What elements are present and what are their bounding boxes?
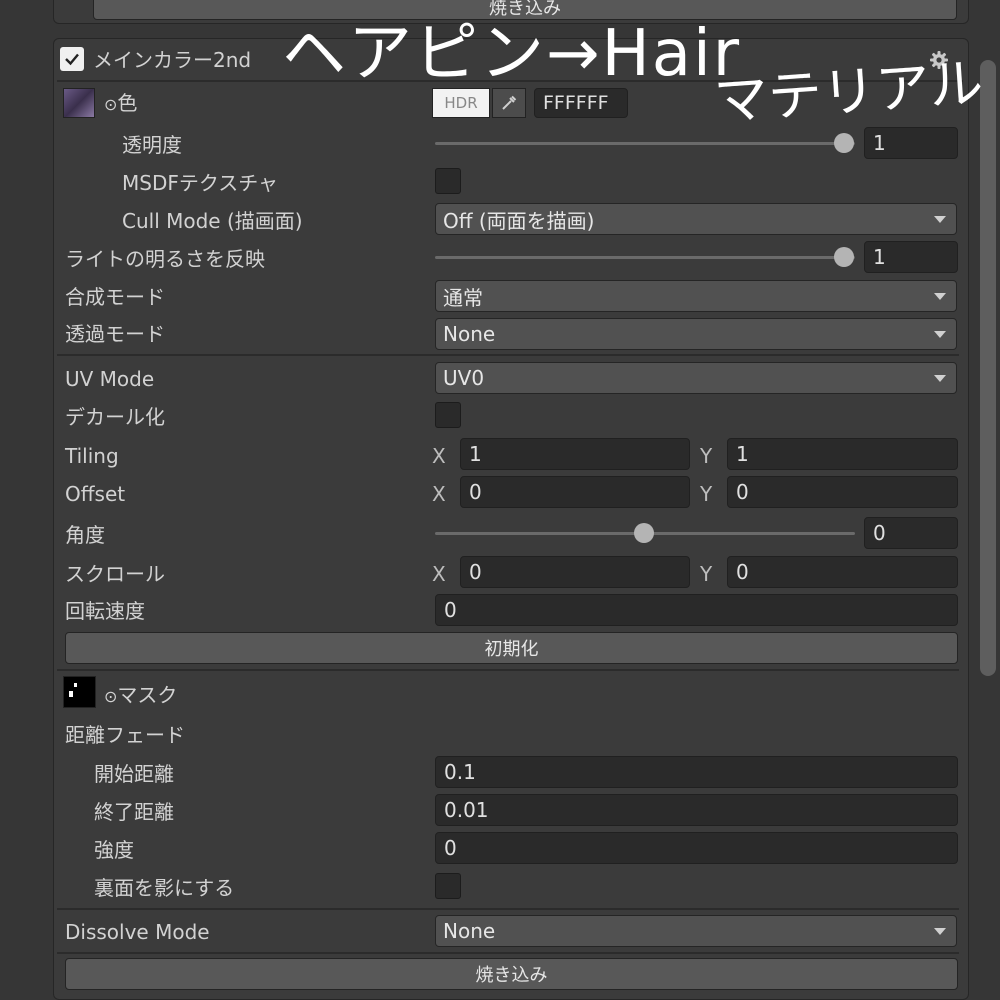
uv-mode-label: UV Mode <box>65 367 155 391</box>
offset-y-label: Y <box>700 482 713 506</box>
rotation-speed-field[interactable]: 0 <box>435 594 958 626</box>
decal-label: デカール化 <box>65 405 165 429</box>
cull-mode-dropdown[interactable]: Off (両面を描画) <box>435 203 957 235</box>
fade-end-label: 終了距離 <box>94 800 174 824</box>
hex-color-field[interactable]: FFFFFF <box>534 88 628 118</box>
msdf-checkbox[interactable] <box>435 168 461 194</box>
eyedropper-button[interactable] <box>492 88 526 118</box>
bottom-bake-button[interactable]: 焼き込み <box>65 958 958 990</box>
check-icon <box>65 53 79 66</box>
chevron-down-icon <box>934 331 946 338</box>
divider <box>57 354 959 356</box>
handwritten-annotation-line1: ヘアピン→Hair <box>282 17 742 91</box>
uv-mode-value: UV0 <box>443 366 485 390</box>
circle-dot-icon: ⊙ <box>104 687 118 706</box>
cull-mode-value: Off (両面を描画) <box>443 208 595 233</box>
color-texture-thumbnail[interactable] <box>63 88 95 118</box>
light-reflect-field[interactable]: 1 <box>864 241 958 273</box>
eyedropper-icon <box>502 95 517 110</box>
chevron-down-icon <box>934 293 946 300</box>
offset-x-field[interactable]: 0 <box>460 476 690 508</box>
divider <box>57 908 959 910</box>
fade-start-label: 開始距離 <box>94 762 174 786</box>
transparency-mode-label: 透過モード <box>65 322 165 346</box>
scrollbar-thumb[interactable] <box>980 60 996 676</box>
scroll-y-field[interactable]: 0 <box>727 556 958 588</box>
opacity-label: 透明度 <box>122 133 182 157</box>
divider <box>57 952 959 954</box>
rotation-speed-label: 回転速度 <box>65 599 145 623</box>
angle-label: 角度 <box>65 523 105 547</box>
transparency-mode-dropdown[interactable]: None <box>435 318 957 350</box>
angle-field[interactable]: 0 <box>864 517 958 549</box>
light-reflect-slider-knob[interactable] <box>834 247 854 267</box>
tiling-y-field[interactable]: 1 <box>727 438 958 470</box>
tiling-x-label: X <box>432 444 446 468</box>
blend-mode-dropdown[interactable]: 通常 <box>435 280 957 312</box>
uv-mode-dropdown[interactable]: UV0 <box>435 362 957 394</box>
blend-mode-value: 通常 <box>443 285 483 310</box>
scroll-x-label: X <box>432 562 446 586</box>
section-title: メインカラー2nd <box>93 48 252 72</box>
circle-dot-icon: ⊙ <box>104 95 118 114</box>
fade-strength-field[interactable]: 0 <box>435 832 958 864</box>
offset-label: Offset <box>65 482 126 506</box>
opacity-slider-track[interactable] <box>435 142 855 145</box>
fade-end-field[interactable]: 0.01 <box>435 794 958 826</box>
scroll-y-label: Y <box>700 562 713 586</box>
section-enable-checkbox[interactable] <box>60 47 84 71</box>
offset-x-label: X <box>432 482 446 506</box>
dissolve-mode-value: None <box>443 919 496 943</box>
fade-start-field[interactable]: 0.1 <box>435 756 958 788</box>
mask-texture-thumbnail[interactable] <box>63 676 96 708</box>
blend-mode-label: 合成モード <box>65 285 165 309</box>
reset-button[interactable]: 初期化 <box>65 632 958 664</box>
divider <box>57 669 959 671</box>
opacity-field[interactable]: 1 <box>864 127 958 159</box>
scroll-label: スクロール <box>65 562 165 586</box>
chevron-down-icon <box>934 375 946 382</box>
msdf-label: MSDFテクスチャ <box>122 171 279 195</box>
dissolve-mode-dropdown[interactable]: None <box>435 915 957 947</box>
backface-shadow-checkbox[interactable] <box>435 873 461 899</box>
color-label: ⊙色 <box>104 91 138 115</box>
scroll-x-field[interactable]: 0 <box>460 556 690 588</box>
opacity-slider-knob[interactable] <box>834 133 854 153</box>
tiling-x-field[interactable]: 1 <box>460 438 690 470</box>
chevron-down-icon <box>934 216 946 223</box>
light-reflect-label: ライトの明るさを反映 <box>65 247 265 271</box>
light-reflect-slider-track[interactable] <box>435 256 855 259</box>
hdr-color-swatch[interactable]: HDR <box>432 88 490 118</box>
cull-mode-label: Cull Mode (描画面) <box>122 209 303 233</box>
angle-slider-knob[interactable] <box>634 523 654 543</box>
distance-fade-label: 距離フェード <box>65 723 185 747</box>
tiling-label: Tiling <box>65 444 119 468</box>
transparency-mode-value: None <box>443 322 496 346</box>
decal-checkbox[interactable] <box>435 402 461 428</box>
dissolve-mode-label: Dissolve Mode <box>65 920 210 944</box>
fade-strength-label: 強度 <box>94 838 134 862</box>
backface-shadow-label: 裏面を影にする <box>94 876 235 900</box>
tiling-y-label: Y <box>700 444 713 468</box>
mask-label: ⊙マスク <box>104 683 178 707</box>
offset-y-field[interactable]: 0 <box>727 476 958 508</box>
chevron-down-icon <box>934 928 946 935</box>
